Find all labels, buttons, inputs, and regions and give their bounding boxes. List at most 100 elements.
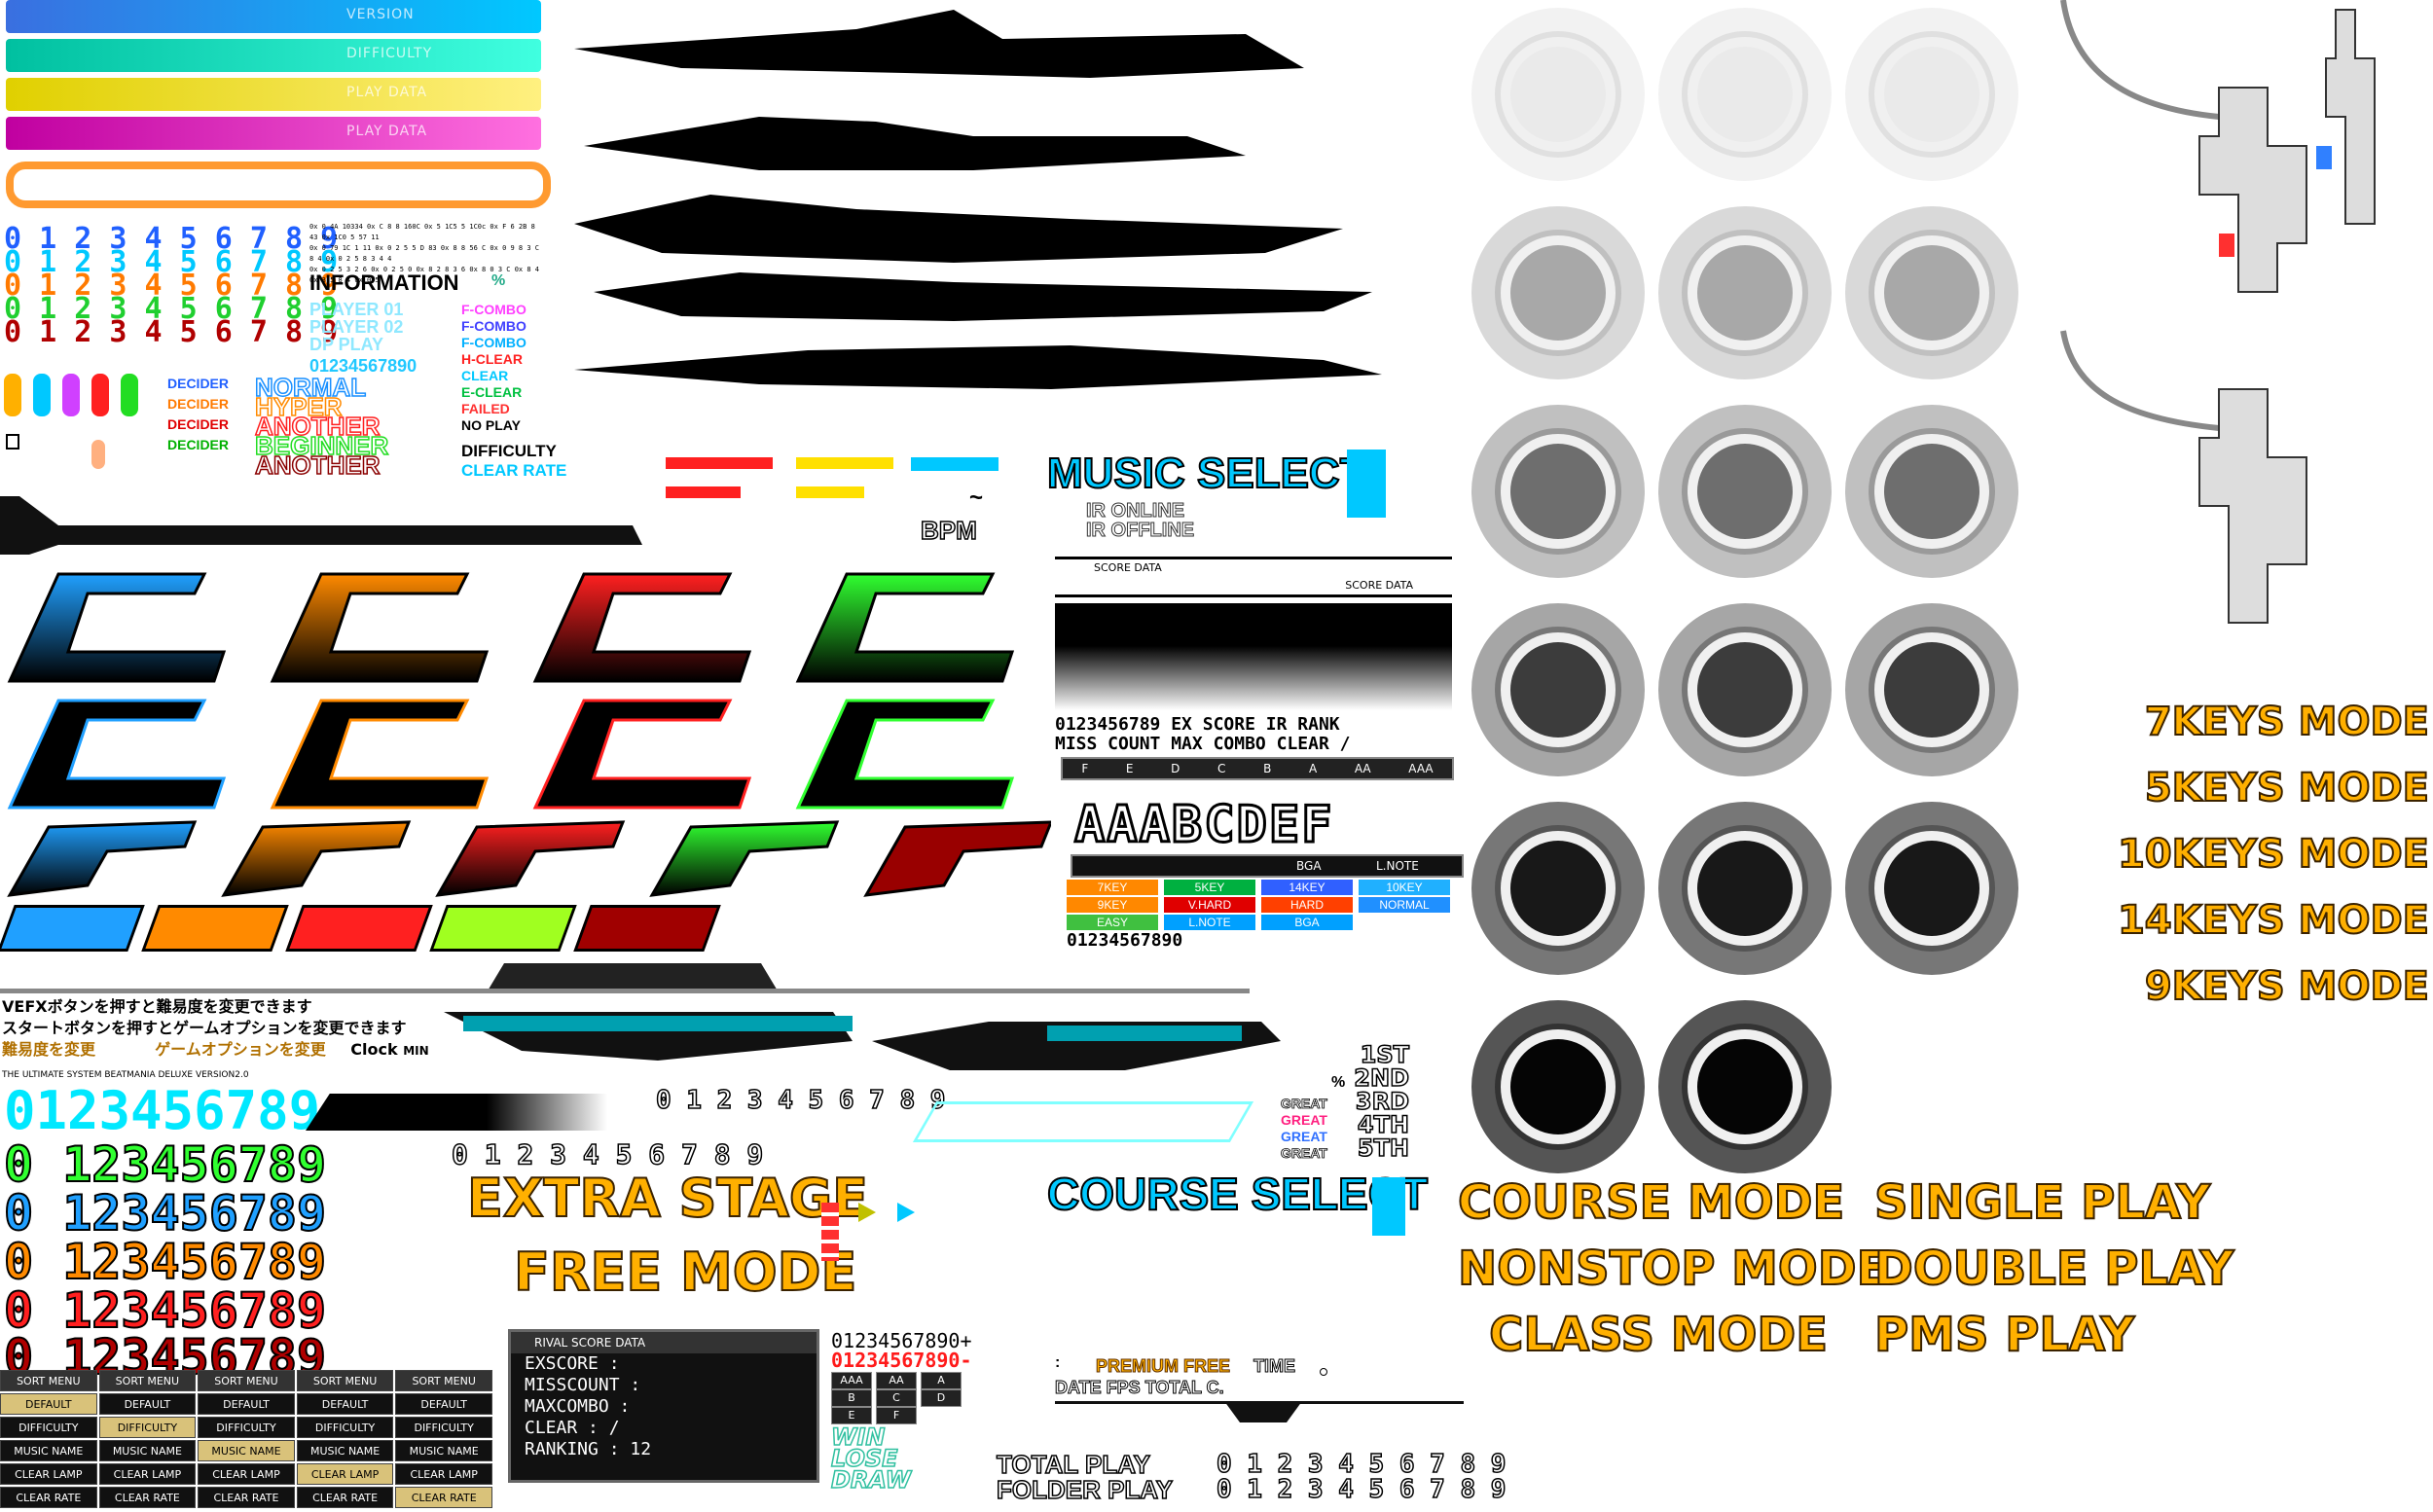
sort-menu-item[interactable]: DEFAULT xyxy=(395,1393,492,1415)
bpm-tilde: ~ xyxy=(969,485,984,511)
clear-label: CLEAR xyxy=(1276,734,1329,754)
knob-ring xyxy=(1682,428,1808,555)
single-play: SINGLE PLAY xyxy=(1873,1174,2211,1231)
sort-menu-item[interactable]: CLEAR LAMP xyxy=(198,1463,295,1485)
rival-header: RIVAL SCORE DATA xyxy=(511,1332,817,1353)
ranking-percent: % xyxy=(1331,1074,1346,1091)
device-illustrations xyxy=(2060,0,2376,624)
knob-ring xyxy=(1682,627,1808,753)
mid-streaks xyxy=(444,1012,1281,1070)
knob-core xyxy=(1510,1039,1606,1134)
option-tag: NORMAL xyxy=(1359,897,1450,913)
sort-menu-item[interactable]: DIFFICULTY xyxy=(198,1417,295,1438)
decider-red: DECIDER xyxy=(167,416,230,432)
sort-menu-item[interactable]: DEFAULT xyxy=(198,1393,295,1415)
premium-tab xyxy=(1224,1401,1302,1422)
knob-ring xyxy=(1869,428,1995,555)
rank-a: A xyxy=(1308,762,1318,775)
sort-menu-item[interactable]: DIFFICULTY xyxy=(98,1417,197,1438)
sort-menu-item[interactable]: CLEAR LAMP xyxy=(296,1463,394,1485)
ex-score-label: EX SCORE xyxy=(1171,714,1255,735)
knob-ring xyxy=(1682,825,1808,952)
bpm-label: BPM xyxy=(920,515,977,546)
knob-core xyxy=(1510,245,1606,341)
sort-menu-item[interactable]: CLEAR RATE xyxy=(395,1487,492,1508)
turntable-knob xyxy=(1471,206,1645,379)
pill-green xyxy=(121,374,138,416)
great-white: GREAT xyxy=(1281,1096,1328,1112)
premium-time: TIME xyxy=(1253,1356,1296,1377)
sort-menu-item[interactable]: CLEAR RATE xyxy=(198,1487,295,1508)
sort-menu-item[interactable]: DEFAULT xyxy=(296,1393,394,1415)
digits-red: 0 1 2 3 4 5 6 7 8 9 xyxy=(4,315,339,349)
result-words: WIN LOSE DRAW xyxy=(830,1424,912,1494)
sort-menu-item[interactable]: DIFFICULTY xyxy=(395,1417,492,1438)
rival-misscount: MISSCOUNT : xyxy=(525,1375,641,1395)
great-magenta: GREAT xyxy=(1281,1112,1327,1128)
sort-menu-item[interactable]: CLEAR LAMP xyxy=(98,1463,197,1485)
rival-rank-cell: F xyxy=(876,1407,917,1424)
playdata-label-1: PLAY DATA xyxy=(346,85,428,100)
place-2nd: 2ND xyxy=(1354,1064,1410,1092)
sort-menu-item[interactable]: MUSIC NAME xyxy=(98,1440,197,1461)
ir-rank-label: IR RANK xyxy=(1265,714,1340,735)
knob-ring xyxy=(1495,1024,1621,1150)
badge-h xyxy=(141,905,289,952)
sort-menu-item[interactable]: MUSIC NAME xyxy=(0,1440,97,1461)
sort-menu-item[interactable]: CLEAR RATE xyxy=(98,1487,197,1508)
dark-streak xyxy=(0,496,642,555)
place-3rd: 3RD xyxy=(1355,1088,1410,1115)
premium-colon: : xyxy=(1055,1354,1061,1371)
sort-menu-grid: SORT MENU SORT MENU SORT MENU SORT MENU SORT… xyxy=(0,1370,494,1510)
score-data-panel: SCORE DATA SCORE DATA xyxy=(1055,557,1452,712)
sort-menu-item[interactable]: MUSIC NAME xyxy=(296,1440,394,1461)
extra-stage: EXTRA STAGE xyxy=(466,1167,869,1230)
course-select-title: COURSE SELECT xyxy=(1046,1168,1429,1220)
rival-rank-cell: E xyxy=(831,1407,872,1424)
sort-menu-item[interactable]: MUSIC NAME xyxy=(198,1440,295,1461)
knob-ring xyxy=(1495,825,1621,952)
sort-menu-item[interactable]: DEFAULT xyxy=(0,1393,97,1415)
tri-yellow xyxy=(858,1203,876,1222)
knob-ring xyxy=(1682,31,1808,158)
rank-e: E xyxy=(1125,762,1134,775)
clear-clear: CLEAR xyxy=(461,368,509,383)
sort-menu-item[interactable]: CLEAR LAMP xyxy=(0,1463,97,1485)
cyan-outline-shape xyxy=(912,1101,1254,1142)
japanese-block: VEFXボタンを押すと難易度を変更できます スタートボタンを押すとゲームオプショ… xyxy=(2,996,429,1062)
clear-noplay: NO PLAY xyxy=(461,417,521,433)
turntable-knob xyxy=(1658,405,1832,578)
modes-left: COURSE MODE NONSTOP MODE CLASS MODE xyxy=(1457,1170,1889,1368)
clear-fcombo-3: F-COMBO xyxy=(461,335,527,350)
turntable-knob xyxy=(1471,405,1645,578)
sort-menu-item[interactable]: DEFAULT xyxy=(98,1393,197,1415)
pill-red xyxy=(91,374,109,416)
draw-word: DRAW xyxy=(830,1466,912,1494)
decider-orange: DECIDER xyxy=(167,396,230,412)
keys-mode-item: 9KEYS MODE xyxy=(2144,963,2430,1010)
sort-menu-item[interactable]: CLEAR RATE xyxy=(296,1487,394,1508)
sort-menu-item[interactable]: MUSIC NAME xyxy=(395,1440,492,1461)
sort-menu-header: SORT MENU xyxy=(0,1370,97,1391)
version-label: VERSION xyxy=(346,7,415,22)
option-tag: 7KEY xyxy=(1067,880,1158,895)
knob-ring xyxy=(1495,31,1621,158)
score-line-1: 0123456789 EX SCORE IR RANK xyxy=(1055,714,1340,735)
badge-b xyxy=(429,905,577,952)
knob-ring xyxy=(1869,825,1995,952)
sort-menu-item[interactable]: CLEAR RATE xyxy=(0,1487,97,1508)
pill-magenta xyxy=(62,374,80,416)
keys-mode-item: 5KEYS MODE xyxy=(2144,765,2430,811)
option-tag: EASY xyxy=(1067,915,1158,930)
turntable-knob xyxy=(1471,1000,1645,1173)
option-tag: 9KEY xyxy=(1067,897,1158,913)
sort-menu-item[interactable]: CLEAR LAMP xyxy=(395,1463,492,1485)
option-tag: V.HARD xyxy=(1164,897,1255,913)
knob-core xyxy=(1510,47,1606,142)
sort-menu-item[interactable]: DIFFICULTY xyxy=(296,1417,394,1438)
knob-ring xyxy=(1682,230,1808,356)
turntable-knob xyxy=(1658,603,1832,776)
knob-ring xyxy=(1869,627,1995,753)
option-digits: 01234567890 xyxy=(1067,930,1183,951)
sort-menu-item[interactable]: DIFFICULTY xyxy=(0,1417,97,1438)
